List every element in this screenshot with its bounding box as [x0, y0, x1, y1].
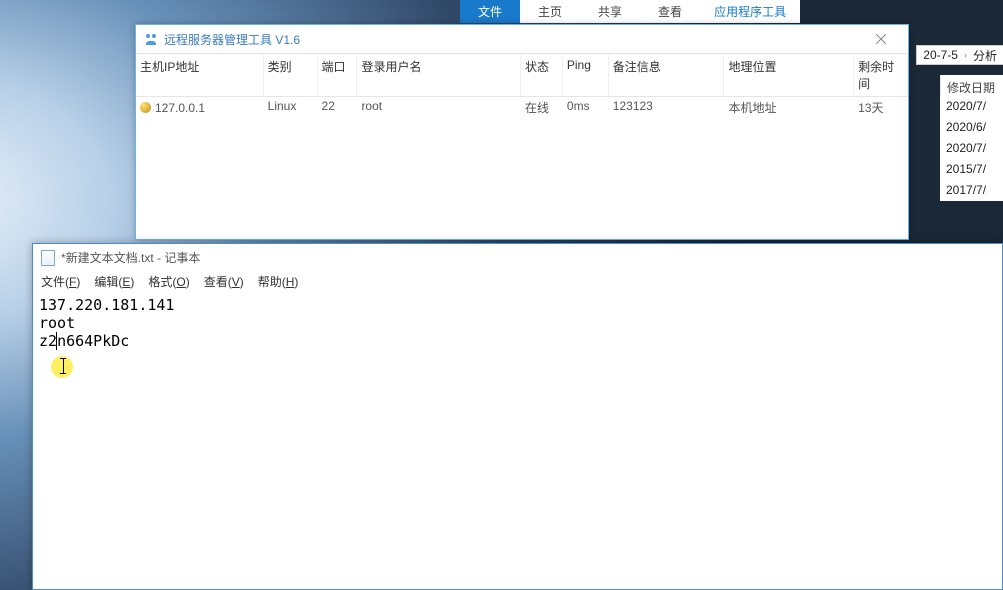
notepad-textarea[interactable]: 137.220.181.141 root z2n664PkDc	[33, 294, 1002, 589]
col-type[interactable]: 类别	[264, 54, 318, 96]
cell-type: Linux	[264, 97, 318, 118]
explorer-tab-share[interactable]: 共享	[580, 0, 640, 23]
cell-port: 22	[318, 97, 358, 118]
status-icon	[140, 102, 151, 113]
explorer-tab-file[interactable]: 文件	[460, 0, 520, 23]
col-ip[interactable]: 主机IP地址	[136, 54, 264, 96]
server-table: 主机IP地址 类别 端口 登录用户名 状态 Ping 备注信息 地理位置 剩余时…	[136, 54, 908, 118]
server-manager-title: 远程服务器管理工具 V1.6	[164, 31, 300, 48]
list-item[interactable]: 2017/7/	[940, 180, 1003, 201]
list-item[interactable]: 2020/7/	[940, 96, 1003, 117]
table-row[interactable]: 127.0.0.1 Linux 22 root 在线 0ms 123123 本机…	[136, 97, 908, 118]
cell-time: 13天	[854, 97, 908, 118]
explorer-file-dates: 2020/7/ 2020/6/ 2020/7/ 2015/7/ 2017/7/	[940, 96, 1003, 201]
list-item[interactable]: 2020/7/	[940, 138, 1003, 159]
col-loc[interactable]: 地理位置	[724, 54, 854, 96]
table-header-row: 主机IP地址 类别 端口 登录用户名 状态 Ping 备注信息 地理位置 剩余时…	[136, 54, 908, 97]
col-port[interactable]: 端口	[318, 54, 358, 96]
cell-user: root	[357, 97, 521, 118]
explorer-tab-apptools[interactable]: 应用程序工具	[700, 0, 800, 23]
cell-status: 在线	[521, 97, 563, 118]
menu-help[interactable]: 帮助(H)	[258, 273, 299, 290]
close-icon	[876, 34, 886, 44]
server-manager-titlebar[interactable]: 远程服务器管理工具 V1.6	[136, 25, 908, 54]
menu-view[interactable]: 查看(V)	[204, 273, 244, 290]
breadcrumb-a[interactable]: 20-7-5	[923, 48, 958, 62]
explorer-breadcrumb[interactable]: 20-7-5 › 分析	[916, 45, 1003, 65]
cell-ping: 0ms	[563, 97, 609, 118]
chevron-right-icon: ›	[964, 50, 967, 60]
explorer-tab-view[interactable]: 查看	[640, 0, 700, 23]
cell-ip: 127.0.0.1	[155, 101, 205, 115]
col-status[interactable]: 状态	[521, 54, 563, 96]
cursor-highlight	[51, 356, 73, 378]
cell-loc: 本机地址	[724, 97, 854, 118]
explorer-tab-home[interactable]: 主页	[520, 0, 580, 23]
notepad-menubar: 文件(F) 编辑(E) 格式(O) 查看(V) 帮助(H)	[33, 271, 1002, 294]
notepad-title: *新建文本文档.txt - 记事本	[61, 249, 200, 266]
col-user[interactable]: 登录用户名	[357, 54, 521, 96]
col-time[interactable]: 剩余时间	[854, 54, 908, 96]
breadcrumb-b[interactable]: 分析	[973, 47, 997, 64]
close-button[interactable]	[862, 25, 900, 53]
menu-edit[interactable]: 编辑(E)	[94, 273, 134, 290]
server-manager-window: 远程服务器管理工具 V1.6 主机IP地址 类别 端口 登录用户名 状态 Pin…	[135, 24, 909, 240]
menu-format[interactable]: 格式(O)	[148, 273, 189, 290]
list-item[interactable]: 2020/6/	[940, 117, 1003, 138]
col-ping[interactable]: Ping	[563, 54, 609, 96]
cell-note: 123123	[609, 97, 725, 118]
explorer-ribbon: 文件 主页 共享 查看 应用程序工具	[460, 0, 800, 23]
notepad-titlebar[interactable]: *新建文本文档.txt - 记事本	[33, 244, 1002, 271]
list-item[interactable]: 2015/7/	[940, 159, 1003, 180]
col-note[interactable]: 备注信息	[609, 54, 725, 96]
menu-file[interactable]: 文件(F)	[41, 273, 80, 290]
notepad-icon	[41, 250, 55, 266]
notepad-window: *新建文本文档.txt - 记事本 文件(F) 编辑(E) 格式(O) 查看(V…	[32, 243, 1003, 590]
app-icon	[144, 32, 158, 46]
